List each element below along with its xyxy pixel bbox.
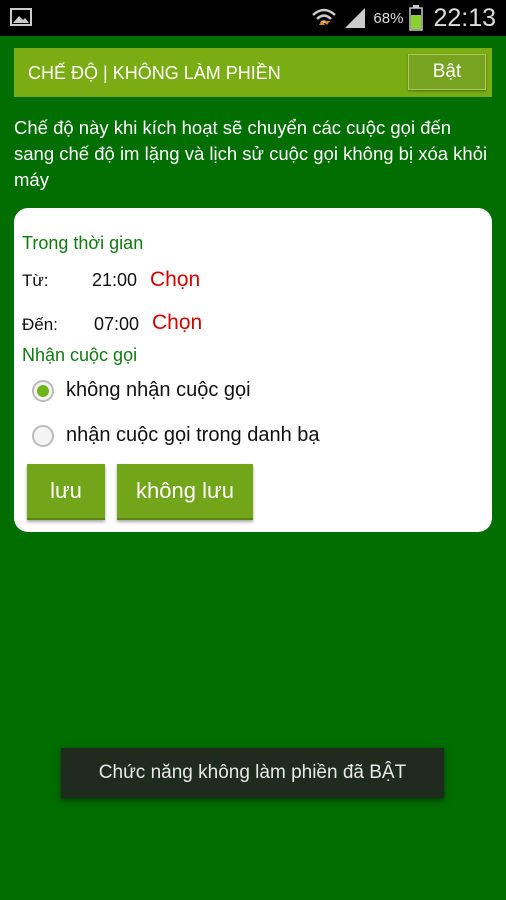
status-bar: 68% 22:13 xyxy=(0,0,506,36)
image-icon xyxy=(10,8,32,26)
radio-label: không nhận cuộc gọi xyxy=(66,379,251,401)
dont-save-button[interactable]: không lưu xyxy=(117,464,253,520)
to-time[interactable]: 07:00 xyxy=(94,314,139,335)
radio-option-contacts-only[interactable]: nhận cuộc gọi trong danh bạ xyxy=(32,424,320,447)
settings-card: Trong thời gian Từ: 21:00 Chọn Đến: 07:0… xyxy=(14,208,492,532)
mode-description: Chế độ này khi kích hoạt sẽ chuyển các c… xyxy=(14,117,488,190)
choose-to-button[interactable]: Chọn xyxy=(152,311,202,335)
toast-message: Chức năng không làm phiền đã BẬT xyxy=(61,748,444,798)
radio-button[interactable] xyxy=(32,424,54,447)
signal-icon xyxy=(345,8,366,28)
clock: 22:13 xyxy=(433,3,496,32)
enable-button[interactable]: Bật xyxy=(408,54,486,90)
choose-from-button[interactable]: Chọn xyxy=(150,268,200,292)
wifi-icon xyxy=(312,8,337,25)
from-time[interactable]: 21:00 xyxy=(92,270,137,291)
radio-button-selected[interactable] xyxy=(32,379,54,402)
mode-header: CHẾ ĐỘ | KHÔNG LÀM PHIỀN Bật xyxy=(14,48,492,97)
radio-label: nhận cuộc gọi trong danh bạ xyxy=(66,424,320,446)
to-label: Đến: xyxy=(22,315,58,334)
page-title: CHẾ ĐỘ | KHÔNG LÀM PHIỀN xyxy=(28,63,281,83)
from-label: Từ: xyxy=(22,271,49,290)
battery-percent: 68% xyxy=(373,9,404,27)
save-button[interactable]: lưu xyxy=(27,464,105,520)
calls-section-title: Nhận cuộc gọi xyxy=(22,345,138,365)
battery-icon xyxy=(409,5,424,31)
radio-option-reject-calls[interactable]: không nhận cuộc gọi xyxy=(32,379,251,402)
time-section-title: Trong thời gian xyxy=(22,233,144,253)
